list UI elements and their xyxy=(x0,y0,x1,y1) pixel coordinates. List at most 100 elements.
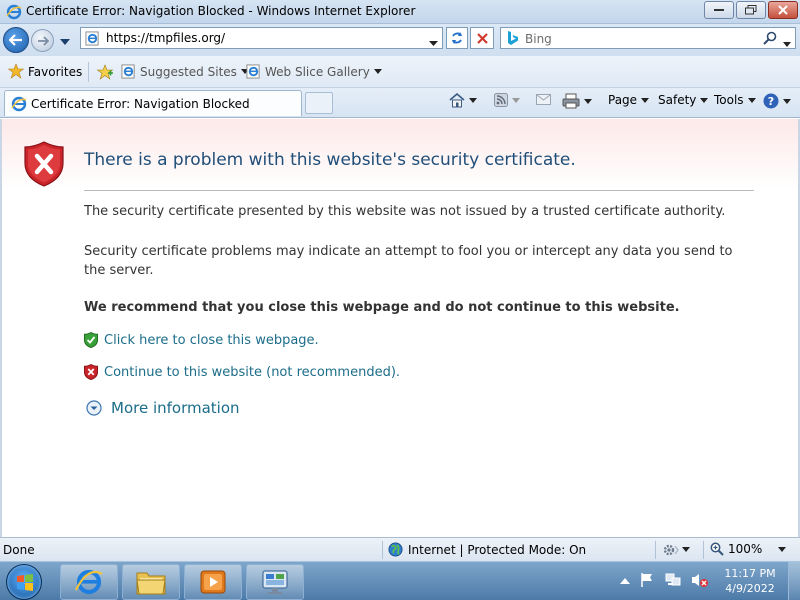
chevron-down-icon xyxy=(700,97,709,103)
security-zone-label: Internet | Protected Mode: On xyxy=(408,542,587,557)
close-webpage-link[interactable]: Click here to close this webpage. xyxy=(104,333,319,348)
safety-menu[interactable]: Safety xyxy=(658,93,709,107)
zoom-level-button[interactable]: 100% xyxy=(710,542,787,556)
home-icon xyxy=(449,93,465,108)
taskbar-media-player[interactable] xyxy=(184,564,242,600)
system-tray xyxy=(620,572,709,588)
new-tab-button[interactable] xyxy=(305,92,333,114)
page-ie-icon xyxy=(121,64,135,79)
tab-row: Certificate Error: Navigation Blocked Pa… xyxy=(0,88,800,118)
minimize-button[interactable] xyxy=(704,1,734,19)
feeds-button[interactable] xyxy=(494,93,520,107)
error-warning-text: Security certificate problems may indica… xyxy=(84,244,733,278)
ie-logo-icon xyxy=(11,96,27,115)
network-icon[interactable] xyxy=(664,572,682,588)
more-information-toggle[interactable]: More information xyxy=(86,399,240,417)
windows-logo-icon xyxy=(17,574,33,591)
zoom-level-label: 100% xyxy=(728,542,763,556)
address-dropdown-icon[interactable] xyxy=(429,35,438,49)
error-description: The security certificate presented by th… xyxy=(84,204,726,219)
favorites-button[interactable]: Favorites xyxy=(8,64,82,79)
favorites-star-icon xyxy=(8,64,24,79)
green-shield-check-icon xyxy=(84,332,98,348)
chevron-down-icon xyxy=(641,97,650,103)
help-button[interactable]: ? xyxy=(763,93,791,109)
ie-logo-icon xyxy=(6,4,22,23)
continue-to-website-link[interactable]: Continue to this website (not recommende… xyxy=(104,365,400,380)
page-content: There is a problem with this website's s… xyxy=(0,119,800,537)
expand-chevron-icon xyxy=(86,400,102,416)
recommendation-text: We recommend that you close this webpage… xyxy=(84,300,680,315)
url-text: https://tmpfiles.org/ xyxy=(106,31,226,45)
chevron-down-icon xyxy=(747,97,756,103)
action-center-flag-icon[interactable] xyxy=(639,572,655,588)
status-text: Done xyxy=(3,543,35,557)
divider xyxy=(84,190,754,191)
show-hidden-icons-icon[interactable] xyxy=(620,577,630,584)
title-bar: Certificate Error: Navigation Blocked - … xyxy=(0,0,800,24)
tools-menu-label: Tools xyxy=(714,93,744,107)
chevron-down-icon xyxy=(469,98,477,103)
safety-menu-label: Safety xyxy=(658,93,697,107)
read-mail-button[interactable] xyxy=(536,93,551,105)
popup-settings-button[interactable] xyxy=(662,542,690,557)
add-to-favorites-bar-button[interactable] xyxy=(96,64,114,80)
forward-button[interactable] xyxy=(31,29,54,52)
taskbar: 11:17 PM 4/9/2022 xyxy=(0,561,800,600)
clock-date: 4/9/2022 xyxy=(725,582,775,595)
media-player-icon xyxy=(200,570,226,594)
taskbar-windows-explorer[interactable] xyxy=(122,564,180,600)
search-box[interactable]: Bing xyxy=(500,27,796,49)
stop-button[interactable] xyxy=(470,27,494,49)
page-menu[interactable]: Page xyxy=(608,93,650,107)
close-webpage-option[interactable]: Click here to close this webpage. xyxy=(84,332,319,348)
more-information-label: More information xyxy=(111,399,240,417)
red-shield-x-icon xyxy=(84,364,98,380)
rss-feed-icon xyxy=(494,93,508,107)
home-button[interactable] xyxy=(449,93,477,108)
web-slice-gallery-label: Web Slice Gallery xyxy=(265,64,370,79)
chevron-down-icon xyxy=(512,97,520,103)
security-error-shield-icon xyxy=(24,141,64,190)
suggested-sites-button[interactable]: Suggested Sites xyxy=(121,64,249,79)
navigation-bar: https://tmpfiles.org/ Bing xyxy=(0,24,800,56)
back-button[interactable] xyxy=(3,27,29,53)
search-options-dropdown-icon[interactable] xyxy=(783,36,791,50)
favorites-label: Favorites xyxy=(28,64,83,79)
help-icon: ? xyxy=(763,93,779,109)
address-bar[interactable]: https://tmpfiles.org/ xyxy=(80,27,443,49)
chevron-down-icon xyxy=(373,69,382,74)
start-button[interactable] xyxy=(6,564,42,600)
continue-to-website-option[interactable]: Continue to this website (not recommende… xyxy=(84,364,400,380)
page-menu-label: Page xyxy=(608,93,638,107)
mail-icon xyxy=(536,94,551,105)
recent-pages-dropdown-icon[interactable] xyxy=(60,34,70,48)
taskbar-internet-explorer[interactable] xyxy=(60,564,118,600)
taskbar-remote-desktop[interactable] xyxy=(246,564,304,600)
web-slice-gallery-button[interactable]: Web Slice Gallery xyxy=(246,64,382,79)
chevron-down-icon xyxy=(778,546,787,552)
maximize-button[interactable] xyxy=(736,1,766,19)
refresh-button[interactable] xyxy=(446,27,468,49)
security-zone[interactable]: Internet | Protected Mode: On xyxy=(388,542,586,557)
chevron-down-icon xyxy=(584,98,592,104)
add-favorite-icon xyxy=(96,64,114,80)
gear-icon xyxy=(663,544,679,556)
tools-menu[interactable]: Tools xyxy=(714,93,756,107)
suggested-sites-label: Suggested Sites xyxy=(140,64,237,79)
tab-label: Certificate Error: Navigation Blocked xyxy=(31,97,250,111)
search-icon[interactable] xyxy=(763,31,777,48)
volume-muted-icon[interactable] xyxy=(691,572,709,588)
print-button[interactable] xyxy=(562,93,592,109)
status-separator xyxy=(655,541,656,559)
control-panel-icon xyxy=(262,570,288,594)
svg-text:?: ? xyxy=(768,95,774,108)
close-window-button[interactable] xyxy=(768,1,798,19)
printer-icon xyxy=(562,93,580,109)
ie-window: Certificate Error: Navigation Blocked - … xyxy=(0,0,800,561)
tab-certificate-error[interactable]: Certificate Error: Navigation Blocked xyxy=(4,90,302,116)
clock-time: 11:17 PM xyxy=(724,567,776,580)
bing-icon xyxy=(507,31,519,49)
clock[interactable]: 11:17 PM 4/9/2022 xyxy=(718,566,782,596)
show-desktop-button[interactable] xyxy=(788,562,800,600)
